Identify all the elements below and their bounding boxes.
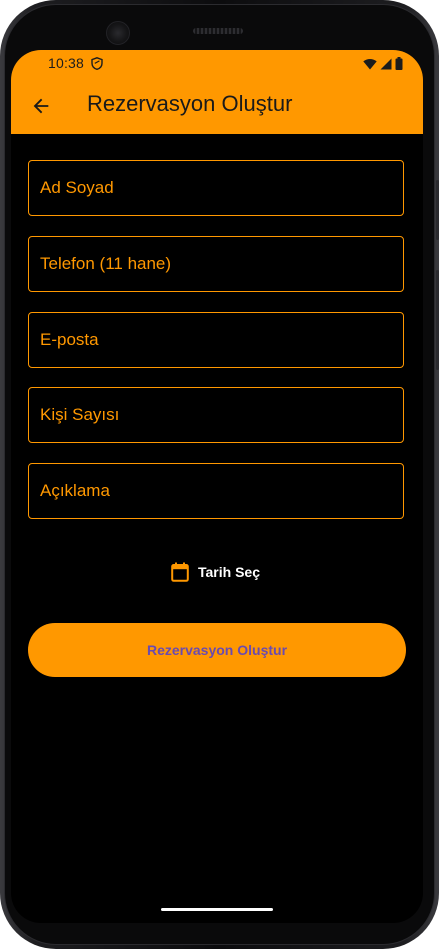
- name-input[interactable]: [29, 161, 403, 215]
- phone-frame: 10:38 Rezervasyon Oluştur Ad Soyad Telef…: [0, 0, 439, 949]
- earpiece-speaker: [193, 28, 243, 34]
- date-picker-label: Tarih Seç: [198, 564, 260, 580]
- calendar-icon: [171, 562, 189, 582]
- email-field[interactable]: [28, 312, 404, 368]
- phone-field[interactable]: [28, 236, 404, 292]
- page-title: Rezervasyon Oluştur: [87, 91, 293, 116]
- status-time: 10:38: [48, 55, 85, 71]
- create-reservation-button[interactable]: Rezervasyon Oluştur: [28, 623, 406, 677]
- signal-icon: [380, 58, 392, 69]
- app-screen: 10:38 Rezervasyon Oluştur Ad Soyad Telef…: [11, 50, 423, 923]
- description-field[interactable]: [28, 463, 404, 519]
- phone-input[interactable]: [29, 237, 403, 291]
- status-icons: [363, 57, 403, 70]
- battery-icon: [395, 57, 403, 70]
- name-field[interactable]: [28, 160, 404, 216]
- arrow-back-icon[interactable]: [30, 95, 52, 117]
- date-picker-button[interactable]: Tarih Seç: [171, 561, 260, 583]
- app-bar: 10:38 Rezervasyon Oluştur: [11, 50, 423, 134]
- description-input[interactable]: [29, 464, 403, 518]
- wifi-icon: [363, 58, 377, 69]
- email-input[interactable]: [29, 313, 403, 367]
- guest-count-field[interactable]: [28, 387, 404, 443]
- shield-icon: [91, 57, 103, 70]
- front-camera: [106, 21, 130, 45]
- home-indicator[interactable]: [161, 908, 273, 911]
- guest-count-input[interactable]: [29, 388, 403, 442]
